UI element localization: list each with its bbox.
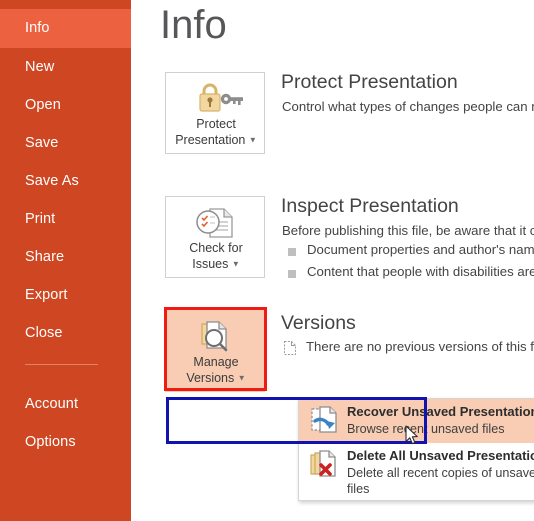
menu-item-subtitle: Delete all recent copies of unsaved file… bbox=[347, 466, 534, 496]
sidebar-divider bbox=[25, 364, 98, 365]
sidebar-item-label: Info bbox=[25, 20, 50, 36]
sidebar-item-share[interactable]: Share bbox=[0, 238, 131, 277]
delete-documents-icon bbox=[309, 449, 341, 481]
mouse-pointer-icon bbox=[405, 425, 420, 447]
powerpoint-backstage-info-screen: Info New Open Save Save As Print Share E… bbox=[0, 0, 534, 521]
sidebar-item-account[interactable]: Account bbox=[0, 385, 131, 424]
inspect-bullet-2: Content that people with disabilities ar… bbox=[307, 264, 534, 279]
padlock-key-icon bbox=[166, 81, 266, 115]
square-bullet-icon bbox=[288, 248, 296, 256]
protect-presentation-button[interactable]: Protect Presentation ▼ bbox=[165, 72, 265, 154]
manage-versions-dropdown-menu: Recover Unsaved Presentations Browse rec… bbox=[298, 398, 534, 501]
menu-item-title: Recover Unsaved Presentations bbox=[347, 404, 534, 419]
sidebar-item-label: Export bbox=[25, 287, 68, 303]
manage-versions-button-label: Manage Versions ▼ bbox=[186, 355, 246, 385]
sidebar-item-export[interactable]: Export bbox=[0, 276, 131, 315]
versions-description: There are no previous versions of this f… bbox=[306, 339, 534, 354]
protect-presentation-button-label: Protect Presentation ▼ bbox=[175, 117, 257, 147]
sidebar-item-close[interactable]: Close bbox=[0, 314, 131, 353]
sidebar-item-label: Print bbox=[25, 211, 56, 227]
page-title: Info bbox=[160, 3, 227, 47]
sidebar-item-label: Save As bbox=[25, 173, 79, 189]
sidebar-item-save-as[interactable]: Save As bbox=[0, 162, 131, 201]
manage-versions-button[interactable]: Manage Versions ▼ bbox=[165, 310, 265, 392]
sidebar-item-open[interactable]: Open bbox=[0, 86, 131, 125]
sidebar-item-label: New bbox=[25, 59, 55, 75]
sidebar-item-label: Options bbox=[25, 434, 76, 450]
backstage-main-pane: Info Protect Presentation ▼ Protect Pres… bbox=[131, 0, 534, 521]
document-inspect-icon bbox=[166, 205, 266, 239]
sidebar-item-label: Open bbox=[25, 97, 61, 113]
menu-item-subtitle: Browse recent unsaved files bbox=[347, 422, 505, 436]
inspect-presentation-heading: Inspect Presentation bbox=[281, 195, 459, 217]
recover-document-icon bbox=[309, 405, 341, 437]
chevron-down-icon: ▼ bbox=[231, 259, 240, 269]
protect-presentation-description: Control what types of changes people can… bbox=[282, 99, 534, 114]
sidebar-item-label: Close bbox=[25, 325, 63, 341]
sidebar-item-info[interactable]: Info bbox=[0, 9, 131, 48]
sidebar-item-new[interactable]: New bbox=[0, 48, 131, 87]
menu-item-delete-all-unsaved-presentations[interactable]: Delete All Unsaved Presentations Delete … bbox=[299, 443, 534, 500]
sidebar-item-label: Save bbox=[25, 135, 59, 151]
sidebar-item-save[interactable]: Save bbox=[0, 124, 131, 163]
check-for-issues-button-label: Check for Issues ▼ bbox=[189, 241, 243, 271]
document-magnifier-icon bbox=[166, 319, 266, 353]
square-bullet-icon bbox=[288, 270, 296, 278]
inspect-bullet-1: Document properties and author's name bbox=[307, 242, 534, 257]
sidebar-item-print[interactable]: Print bbox=[0, 200, 131, 239]
sidebar-item-options[interactable]: Options bbox=[0, 423, 131, 462]
sidebar-item-label: Account bbox=[25, 396, 79, 412]
chevron-down-icon: ▼ bbox=[237, 373, 246, 383]
sidebar-item-label: Share bbox=[25, 249, 65, 265]
backstage-sidebar: Info New Open Save Save As Print Share E… bbox=[0, 0, 131, 521]
protect-presentation-heading: Protect Presentation bbox=[281, 71, 458, 93]
check-for-issues-button[interactable]: Check for Issues ▼ bbox=[165, 196, 265, 278]
versions-heading: Versions bbox=[281, 312, 356, 334]
menu-item-title: Delete All Unsaved Presentations bbox=[347, 448, 534, 463]
dashed-document-icon bbox=[283, 340, 297, 356]
inspect-presentation-description: Before publishing this file, be aware th… bbox=[282, 223, 534, 238]
chevron-down-icon: ▼ bbox=[248, 135, 257, 145]
